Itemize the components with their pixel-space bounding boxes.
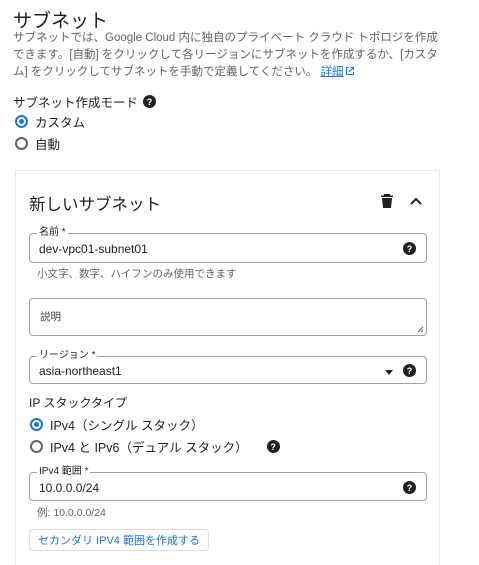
name-field[interactable]: 名前 * dev-vpc01-subnet01 ?	[29, 227, 427, 263]
creation-mode-text: サブネット作成モード	[13, 96, 139, 110]
learn-more-link[interactable]: 詳細	[321, 66, 344, 78]
radio-label: IPv4 と IPv6（デュアル スタック）	[50, 441, 248, 455]
radio-ipv4-single[interactable]: IPv4（シングル スタック）	[30, 415, 204, 434]
card-title: 新しいサブネット	[29, 196, 161, 214]
new-subnet-card: 新しいサブネット 名前 * dev-vpc01-subnet01 ? 小文字、数…	[15, 170, 440, 565]
resize-handle-icon[interactable]	[417, 326, 424, 333]
description-field[interactable]: 説明	[29, 298, 427, 336]
radio-button[interactable]	[30, 440, 43, 453]
help-icon[interactable]: ?	[403, 242, 416, 255]
radio-button[interactable]	[15, 137, 28, 150]
name-hint: 小文字、数字、ハイフンのみ使用できます	[37, 268, 237, 280]
section-title: サブネット	[13, 11, 109, 32]
ipv4-range-label: IPv4 範囲 *	[37, 466, 91, 478]
region-field-value[interactable]: asia-northeast1	[39, 364, 122, 378]
chevron-up-icon[interactable]	[409, 194, 423, 208]
radio-mode-custom[interactable]: カスタム	[15, 112, 85, 131]
dropdown-arrow-icon[interactable]	[385, 370, 393, 375]
ipv4-range-hint: 例: 10.0.0.0/24	[37, 507, 106, 519]
creation-mode-label: サブネット作成モード ?	[13, 92, 157, 111]
description-field-label: 説明	[40, 311, 61, 323]
description-text: サブネットでは、Google Cloud 内に独自のプライベート クラウド トポ…	[13, 32, 438, 78]
radio-label: 自動	[35, 138, 61, 152]
radio-ipv4-ipv6-dual[interactable]: IPv4 と IPv6（デュアル スタック） ?	[30, 437, 280, 456]
radio-button-selected[interactable]	[15, 115, 28, 128]
radio-label: カスタム	[35, 116, 86, 130]
section-description: サブネットでは、Google Cloud 内に独自のプライベート クラウド トポ…	[13, 30, 443, 81]
radio-mode-auto[interactable]: 自動	[15, 134, 60, 153]
ipv4-range-value[interactable]: 10.0.0.0/24	[39, 481, 99, 495]
ip-stack-label: IP スタックタイプ	[29, 396, 127, 410]
ipv4-range-field[interactable]: IPv4 範囲 * 10.0.0.0/24 ?	[29, 466, 427, 501]
help-icon[interactable]: ?	[403, 481, 416, 494]
name-field-label: 名前 *	[37, 227, 68, 239]
radio-label: IPv4（シングル スタック）	[50, 419, 204, 433]
name-field-value[interactable]: dev-vpc01-subnet01	[39, 242, 148, 256]
help-icon[interactable]: ?	[143, 95, 157, 108]
external-link-icon	[345, 67, 354, 75]
create-secondary-range-button[interactable]: セカンダリ IPV4 範囲を作成する	[29, 529, 209, 551]
region-select[interactable]: リージョン * asia-northeast1 ?	[29, 350, 427, 384]
radio-button-selected[interactable]	[30, 418, 43, 431]
help-icon[interactable]: ?	[266, 440, 280, 453]
help-icon[interactable]: ?	[403, 364, 416, 377]
region-field-label: リージョン *	[37, 350, 98, 362]
trash-icon[interactable]	[381, 194, 393, 208]
